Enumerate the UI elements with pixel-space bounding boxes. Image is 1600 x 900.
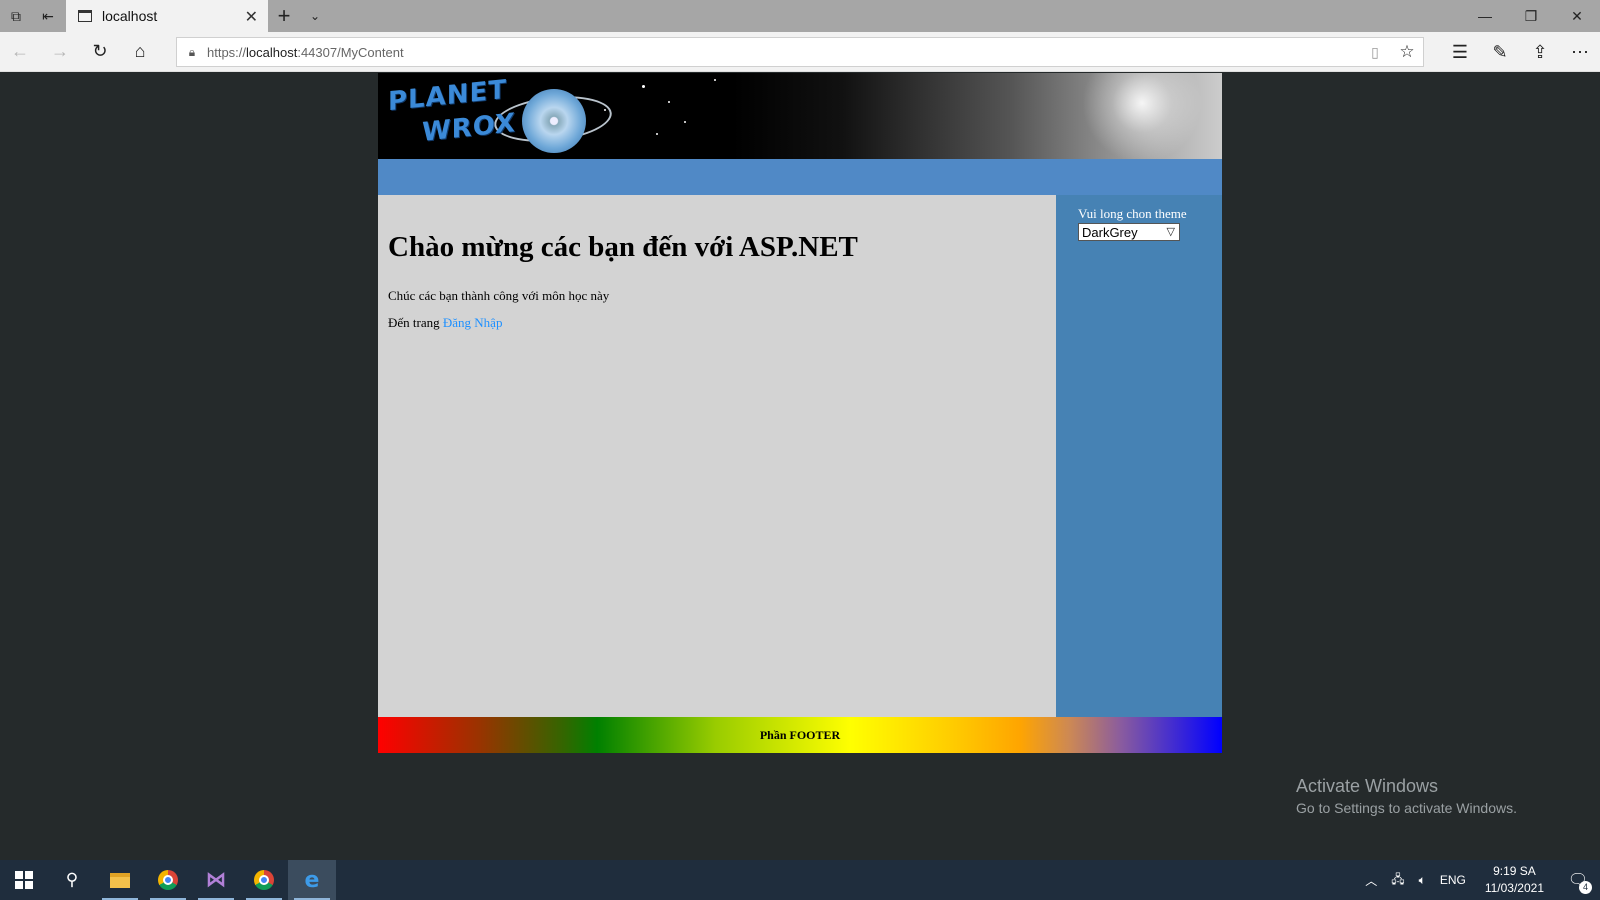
chevron-down-icon: ▽ (1166, 226, 1175, 238)
page-title: Chào mừng các bạn đến với ASP.NET (388, 231, 858, 263)
url-text[interactable]: https://localhost:44307/MyContent (207, 45, 1359, 60)
web-page: PLANET WROX Chào mừng các bạn đến với AS… (378, 73, 1222, 753)
reading-view-icon[interactable]: ▯ (1359, 44, 1391, 61)
home-button[interactable]: ⌂ (120, 32, 160, 72)
chrome-icon (158, 870, 178, 890)
visual-studio-icon: ⋈ (206, 869, 226, 891)
minimize-button[interactable]: — (1462, 0, 1508, 32)
star-dot (656, 133, 658, 135)
browser-toolbar-right: ☰ ✎ ⇪ ⋯ (1440, 32, 1600, 72)
clock-date: 11/03/2021 (1484, 881, 1544, 895)
windows-logo-icon (15, 871, 33, 889)
more-icon[interactable]: ⋯ (1560, 32, 1600, 72)
header-light-glow (1082, 73, 1202, 159)
star-dot (684, 121, 686, 123)
page-icon (78, 10, 92, 22)
main-content: Chào mừng các bạn đến với ASP.NET Chúc c… (378, 195, 1056, 717)
system-tray: ︿ 🖧︎ 🔈︎ ENG 9:19 SA 11/03/2021 🗨︎ 4 (1358, 860, 1600, 900)
browser-tab[interactable]: localhost ✕ (66, 0, 268, 32)
sidebar: Vui long chon theme DarkGrey ▽ (1056, 195, 1222, 717)
chrome-button-2[interactable] (240, 860, 288, 900)
planet-wrox-logo[interactable]: PLANET WROX (382, 75, 614, 157)
tab-preview-chevron-icon[interactable]: ⌄ (300, 0, 330, 32)
file-explorer-button[interactable] (96, 860, 144, 900)
favorite-star-icon[interactable]: ☆ (1391, 42, 1423, 62)
clock-time: 9:19 SA (1493, 864, 1536, 878)
visual-studio-button[interactable]: ⋈ (192, 860, 240, 900)
start-button[interactable] (0, 860, 48, 900)
star-dot (714, 79, 716, 81)
edge-button[interactable]: e (288, 860, 336, 900)
chrome-button[interactable] (144, 860, 192, 900)
theme-select-value: DarkGrey (1082, 224, 1138, 240)
clock[interactable]: 9:19 SA 11/03/2021 (1473, 863, 1556, 897)
share-icon[interactable]: ⇪ (1520, 32, 1560, 72)
set-tabs-aside-icon[interactable]: ⇤ (32, 0, 64, 32)
forward-button[interactable]: → (40, 32, 80, 72)
refresh-button[interactable]: ↻ (80, 32, 120, 72)
menu-bar (378, 159, 1222, 195)
language-indicator[interactable]: ENG (1433, 873, 1473, 887)
browser-titlebar: ⧉ ⇤ localhost ✕ + ⌄ — ❐ ✕ (0, 0, 1600, 32)
url-path: :44307/MyContent (297, 44, 404, 60)
window-controls: — ❐ ✕ (1462, 0, 1600, 32)
network-icon[interactable]: 🖧︎ (1384, 870, 1411, 891)
login-link[interactable]: Đăng Nhập (443, 315, 503, 330)
close-window-button[interactable]: ✕ (1554, 0, 1600, 32)
welcome-paragraph: Chúc các bạn thành công với môn học này (388, 288, 610, 303)
watermark-subtitle: Go to Settings to activate Windows. (1296, 800, 1517, 816)
site-header: PLANET WROX (378, 73, 1222, 159)
new-tab-button[interactable]: + (268, 0, 300, 32)
close-tab-icon[interactable]: ✕ (245, 7, 258, 27)
goto-prefix: Đến trang (388, 315, 440, 330)
watermark-title: Activate Windows (1296, 776, 1439, 796)
tab-title: localhost (102, 8, 158, 24)
star-dot (642, 85, 645, 88)
search-button[interactable]: ⚲ (48, 860, 96, 900)
url-scheme: https:// (207, 44, 247, 60)
file-explorer-icon (110, 872, 130, 888)
chrome-icon (254, 870, 274, 890)
action-center-button[interactable]: 🗨︎ 4 (1556, 860, 1600, 900)
show-hidden-icons-chevron-icon[interactable]: ︿ (1358, 872, 1384, 889)
logo-text-wrox: WROX (422, 108, 516, 148)
site-footer: Phần FOOTER (378, 717, 1222, 753)
notification-count-badge: 4 (1579, 881, 1592, 894)
lock-icon[interactable]: 🔒︎ (177, 45, 207, 60)
theme-select[interactable]: DarkGrey ▽ (1078, 223, 1180, 241)
url-host: localhost (246, 44, 298, 60)
restore-button[interactable]: ❐ (1508, 0, 1554, 32)
star-dot (668, 101, 670, 103)
favorites-hub-icon[interactable]: ☰ (1440, 32, 1480, 72)
edge-icon: e (304, 867, 320, 893)
goto-paragraph: Đến trang Đăng Nhập (388, 315, 502, 331)
footer-text: Phần FOOTER (759, 727, 841, 742)
pen-icon[interactable]: ✎ (1480, 32, 1520, 72)
tab-actions-icon[interactable]: ⧉ (0, 0, 32, 32)
search-icon: ⚲ (65, 870, 79, 889)
back-button[interactable]: ← (0, 32, 40, 72)
activate-windows-watermark: Activate Windows Go to Settings to activ… (1296, 776, 1517, 816)
browser-navbar: ← → ↻ ⌂ 🔒︎ https://localhost:44307/MyCon… (0, 32, 1600, 72)
taskbar: ⚲ ⋈ e ︿ 🖧︎ 🔈︎ ENG 9:19 SA 11/03/2021 🗨︎ … (0, 860, 1600, 900)
volume-muted-icon[interactable]: 🔈︎ (1412, 873, 1433, 888)
logo-disc (522, 89, 586, 153)
address-bar[interactable]: 🔒︎ https://localhost:44307/MyContent ▯ ☆ (176, 37, 1424, 67)
theme-label: Vui long chon theme (1078, 206, 1187, 221)
